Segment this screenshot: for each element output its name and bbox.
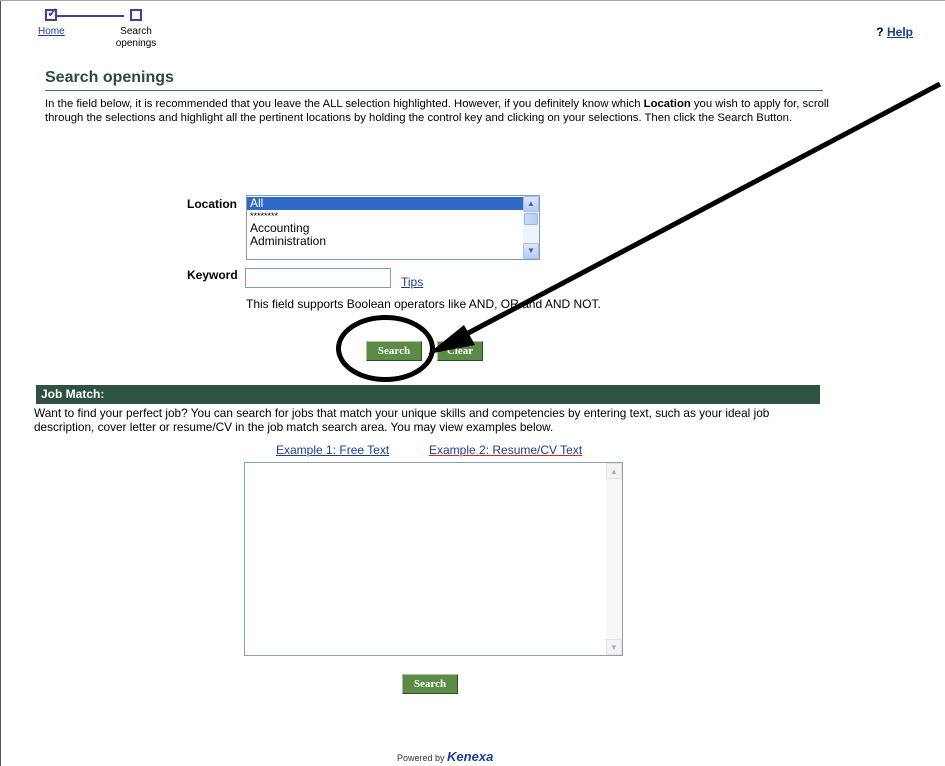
job-match-description: Want to find your perfect job? You can s… [34,406,770,434]
example-resume-link[interactable]: Example 2: Resume/CV Text [429,443,582,457]
powered-by-text: Powered by [397,753,445,763]
example-free-text-link[interactable]: Example 1: Free Text [276,443,389,457]
job-match-header: Job Match: [36,385,820,404]
arrow-shaft [453,81,942,343]
kenexa-logo: Kenexa [447,749,494,764]
scroll-up-icon[interactable]: ▲ [606,463,622,479]
job-match-textarea[interactable]: ▲ ▼ [244,462,623,656]
textarea-scrollbar[interactable]: ▲ ▼ [606,463,622,655]
job-match-search-button[interactable]: Search [402,674,458,694]
powered-by: Powered by Kenexa [397,749,493,764]
scroll-down-icon[interactable]: ▼ [606,639,622,655]
arrow-head [428,325,475,354]
